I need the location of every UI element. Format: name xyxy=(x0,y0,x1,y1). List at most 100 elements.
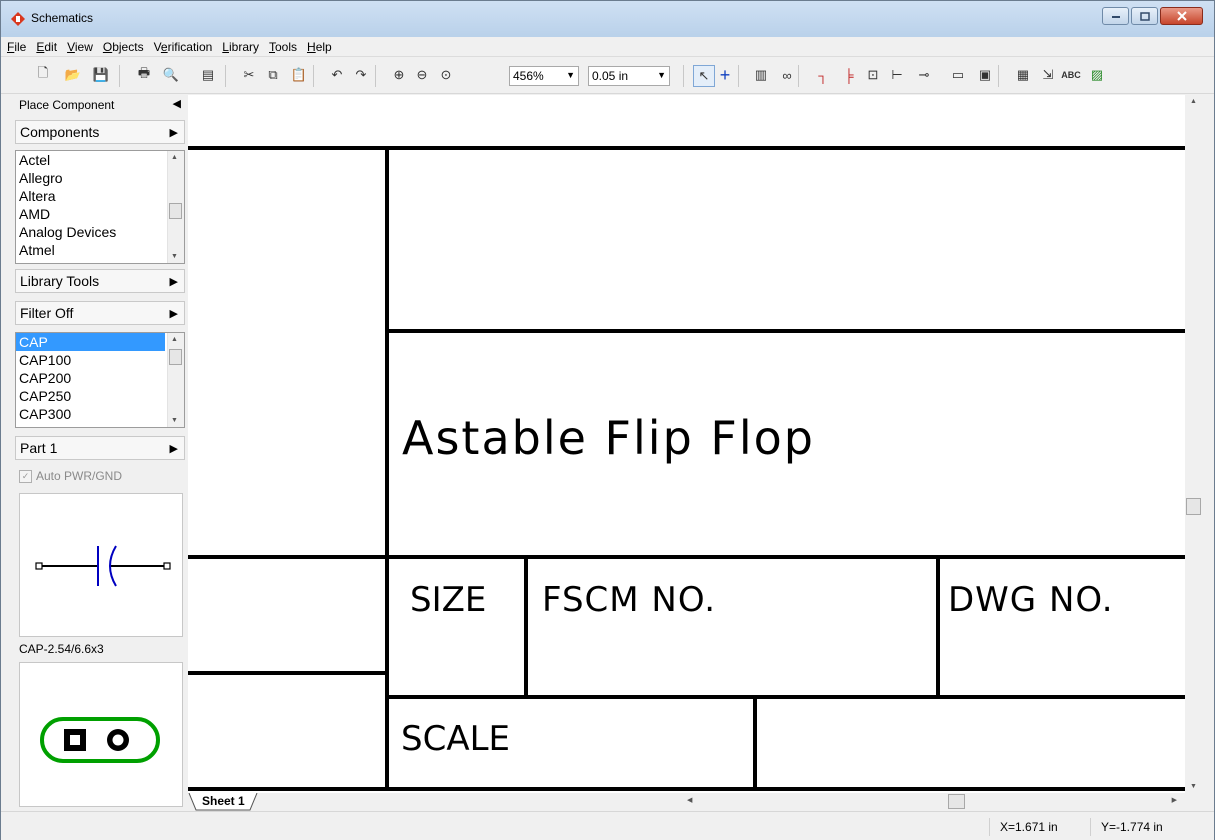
toolbar: 🗋 📂 💾 🖶 🔍 ▤ ✂ ⧉ 📋 ↶ ↷ ⊕ ⊖ ⊙ ↖ + ▥ ∞ ┐ ╞ ⊡ ⊢ ⊸ ▭ ▣ ▦ ⇲ ABC ▨ 456% ▼ 0.05… xyxy=(1,56,1214,94)
app-window: Schematics File Edit View Objects Verificati… xyxy=(0,0,1215,840)
menu-edit[interactable]: Edit xyxy=(36,40,57,54)
manufacturer-scrollbar[interactable]: ▲ ▼ xyxy=(167,151,184,263)
bus-icon[interactable]: ╞ xyxy=(839,65,859,85)
part-scrollbar[interactable]: ▲ ▼ xyxy=(167,333,184,427)
list-item[interactable]: AMD xyxy=(16,205,184,223)
net-port-icon[interactable]: ⊡ xyxy=(863,65,883,85)
list-item[interactable]: Altera xyxy=(16,187,184,205)
toolbar-separator xyxy=(683,65,684,87)
menu-library[interactable]: Library xyxy=(222,40,259,54)
chevron-down-icon: ▼ xyxy=(657,70,666,80)
expand-right-icon: ▶ xyxy=(169,127,178,139)
menu-view[interactable]: View xyxy=(67,40,93,54)
list-item[interactable]: Atmel xyxy=(16,241,184,259)
connector-icon[interactable]: ⊸ xyxy=(914,65,934,85)
canvas-horizontal-scrollbar[interactable]: ◀ ▶ xyxy=(683,794,1183,810)
copy-icon[interactable]: ⧉ xyxy=(263,65,283,85)
crosshair-icon[interactable]: + xyxy=(715,65,735,85)
pin-icon[interactable]: ⊢ xyxy=(887,65,907,85)
menu-objects[interactable]: Objects xyxy=(103,40,144,54)
wire-icon[interactable]: ┐ xyxy=(813,65,833,85)
hierarchy-block-icon[interactable]: ▭ xyxy=(948,65,968,85)
y-coordinate: Y=-1.774 in xyxy=(1090,818,1211,836)
text-abc-icon[interactable]: ABC xyxy=(1061,65,1081,85)
list-item[interactable]: CAP250 xyxy=(16,387,184,405)
scroll-thumb[interactable] xyxy=(169,203,182,219)
manufacturer-list[interactable]: Actel Allegro Altera AMD Analog Devices Atmel… xyxy=(15,150,185,264)
footprint-name: CAP-2.54/6.6x3 xyxy=(19,642,104,656)
find-binoculars-icon[interactable]: ∞ xyxy=(777,65,797,85)
scroll-thumb[interactable] xyxy=(948,794,965,809)
scroll-down-icon: ▼ xyxy=(171,253,178,260)
menu-file[interactable]: File xyxy=(7,40,26,54)
window-title: Schematics xyxy=(31,11,94,25)
symbol-preview xyxy=(19,493,183,637)
export-icon[interactable]: ⇲ xyxy=(1038,65,1058,85)
library-tools-header[interactable]: Library Tools ▶ xyxy=(15,269,185,293)
capacitor-symbol-icon xyxy=(35,545,171,587)
cut-icon[interactable]: ✂ xyxy=(239,65,259,85)
zoom-fit-icon[interactable]: ⊙ xyxy=(436,65,456,85)
place-component-label: Place Component xyxy=(19,98,115,112)
maximize-button[interactable] xyxy=(1131,7,1158,25)
sheet-tab-1[interactable]: Sheet 1 xyxy=(202,794,245,808)
list-item[interactable]: Actel xyxy=(16,151,184,169)
list-item[interactable]: Analog Devices xyxy=(16,223,184,241)
zoom-out-icon[interactable]: ⊖ xyxy=(412,65,432,85)
redo-icon[interactable]: ↷ xyxy=(351,65,371,85)
dwg-label: DWG NO. xyxy=(948,580,1114,620)
open-folder-icon[interactable]: 📂 xyxy=(63,65,83,85)
grid-value: 0.05 in xyxy=(592,69,629,83)
scroll-up-icon: ▲ xyxy=(1190,98,1197,105)
grid-combo[interactable]: 0.05 in ▼ xyxy=(588,66,670,86)
component-icon[interactable]: ▥ xyxy=(751,65,771,85)
canvas-vertical-scrollbar[interactable]: ▲ ▼ xyxy=(1185,95,1202,793)
zoom-combo[interactable]: 456% ▼ xyxy=(509,66,579,86)
drawing-title: Astable Flip Flop xyxy=(402,411,815,465)
toolbar-separator xyxy=(225,65,226,87)
toolbar-separator xyxy=(998,65,999,87)
list-item[interactable]: CAP200 xyxy=(16,369,184,387)
list-item[interactable]: CAP xyxy=(16,333,165,351)
status-bar: X=1.671 in Y=-1.774 in xyxy=(1,811,1214,840)
menu-help[interactable]: Help xyxy=(307,40,332,54)
title-bar: Schematics xyxy=(1,1,1214,37)
print-preview-icon[interactable]: 🔍 xyxy=(161,65,181,85)
menu-verification[interactable]: Verification xyxy=(154,40,213,54)
new-file-icon[interactable]: 🗋 xyxy=(33,65,53,85)
undo-icon[interactable]: ↶ xyxy=(327,65,347,85)
scroll-thumb[interactable] xyxy=(169,349,182,365)
toolbar-separator xyxy=(375,65,376,87)
page-setup-icon[interactable]: ▤ xyxy=(198,65,218,85)
menu-tools[interactable]: Tools xyxy=(269,40,297,54)
components-header[interactable]: Components ▶ xyxy=(15,120,185,144)
part-selector[interactable]: Part 1 ▶ xyxy=(15,436,185,460)
list-item[interactable]: Allegro xyxy=(16,169,184,187)
paste-icon[interactable]: 📋 xyxy=(289,65,309,85)
schematic-canvas[interactable]: Astable Flip Flop SIZE FSCM NO. DWG NO. … xyxy=(188,95,1185,793)
chevron-down-icon: ▼ xyxy=(566,70,575,80)
menu-bar: File Edit View Objects Verification Library To… xyxy=(1,37,1214,56)
part-list[interactable]: CAP CAP100 CAP200 CAP250 CAP300 ▲ ▼ xyxy=(15,332,185,428)
print-icon[interactable]: 🖶 xyxy=(134,65,154,85)
chip-icon[interactable]: ▣ xyxy=(975,65,995,85)
scroll-thumb[interactable] xyxy=(1186,498,1201,515)
scale-label: SCALE xyxy=(401,719,511,759)
table-icon[interactable]: ▦ xyxy=(1013,65,1033,85)
footprint-pads-icon xyxy=(40,717,160,763)
image-icon[interactable]: ▨ xyxy=(1087,65,1107,85)
zoom-in-icon[interactable]: ⊕ xyxy=(389,65,409,85)
filter-header[interactable]: Filter Off ▶ xyxy=(15,301,185,325)
scroll-down-icon: ▼ xyxy=(171,417,178,424)
select-arrow-icon[interactable]: ↖ xyxy=(693,65,715,87)
close-button[interactable] xyxy=(1160,7,1203,25)
list-item[interactable]: CAP300 xyxy=(16,405,184,423)
list-item[interactable]: CAP100 xyxy=(16,351,184,369)
auto-pwr-checkbox[interactable]: ✓ Auto PWR/GND xyxy=(19,468,122,484)
fscm-label: FSCM NO. xyxy=(542,580,717,620)
place-component-header[interactable]: Place Component ◀ xyxy=(15,95,185,115)
expand-right-icon: ▶ xyxy=(169,276,178,288)
minimize-button[interactable] xyxy=(1102,7,1129,25)
part-selector-label: Part 1 xyxy=(20,440,58,456)
save-icon[interactable]: 💾 xyxy=(91,65,111,85)
